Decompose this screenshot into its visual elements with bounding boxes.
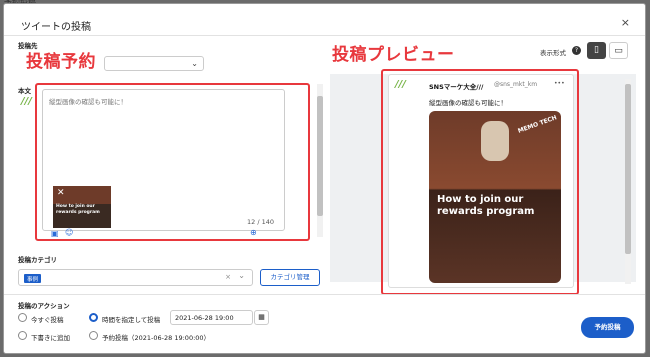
radio-scheduled-time-label: 時間を指定して投稿 xyxy=(102,316,161,324)
preview-text: 縦型画像の確認も可能に！ xyxy=(429,99,507,107)
close-icon[interactable]: × xyxy=(621,16,630,29)
radio-post-now-label: 今すぐ投稿 xyxy=(31,316,64,324)
modal-title: ツイートの投稿 xyxy=(21,22,91,33)
radio-add-draft-label: 下書きに追加 xyxy=(31,334,70,342)
schedule-post-button[interactable]: 予約投稿 xyxy=(581,317,634,338)
tweet-post-modal: ツイートの投稿 × 投稿先 投稿予約 ⌄ 本文 /// 縦型画像の確認も可能に！… xyxy=(3,3,646,354)
datetime-input[interactable]: 2021-06-28 19:00 xyxy=(170,310,253,325)
body-text: 縦型画像の確認も可能に！ xyxy=(49,98,127,106)
account-select[interactable]: ⌄ xyxy=(104,56,204,71)
radio-scheduled-time[interactable] xyxy=(89,313,98,322)
display-format-label: 表示形式 xyxy=(540,49,566,57)
radio-scheduled-post[interactable] xyxy=(89,331,98,340)
add-icon[interactable]: ⊕ xyxy=(250,228,257,237)
left-scrollbar[interactable] xyxy=(317,84,323,237)
char-counter: 12 / 140 xyxy=(247,218,274,226)
right-scrollbar-thumb[interactable] xyxy=(625,84,631,254)
category-tag[interactable]: 事例 xyxy=(24,274,42,283)
radio-post-now[interactable] xyxy=(18,313,27,322)
account-avatar: /// xyxy=(21,96,32,107)
clear-icon[interactable]: × xyxy=(225,273,231,281)
actions-label: 投稿のアクション xyxy=(18,302,70,310)
category-select[interactable]: 事例 × × ⌄ xyxy=(18,269,253,286)
chevron-down-icon: ⌄ xyxy=(191,59,198,68)
category-label: 投稿カテゴリ xyxy=(18,256,57,264)
desktop-view-button[interactable]: ▭ xyxy=(609,42,628,59)
annotation-schedule: 投稿予約 xyxy=(26,52,96,72)
preview-avatar: /// xyxy=(395,79,406,90)
tag-remove-icon[interactable]: × xyxy=(43,273,48,280)
category-manage-button[interactable]: カテゴリ管理 xyxy=(260,269,320,286)
preview-handle: @sns_mkt_km xyxy=(494,81,538,88)
more-icon[interactable]: ••• xyxy=(554,80,565,87)
right-scrollbar[interactable] xyxy=(625,79,631,284)
mobile-view-button[interactable]: ▯ xyxy=(587,42,606,59)
header-divider xyxy=(4,35,645,36)
radio-scheduled-post-label: 予約投稿（2021-06-28 19:00:00） xyxy=(102,334,211,342)
thumbnail-text: How to join our rewards program xyxy=(56,204,100,215)
help-icon[interactable]: ? xyxy=(572,46,581,55)
attached-image-thumbnail: ✕ How to join our rewards program xyxy=(53,186,111,228)
chevron-down-icon[interactable]: ⌄ xyxy=(238,271,245,280)
preview-person xyxy=(481,121,509,161)
remove-image-icon[interactable]: ✕ xyxy=(57,188,65,198)
left-scrollbar-thumb[interactable] xyxy=(317,96,323,216)
radio-add-draft[interactable] xyxy=(18,331,27,340)
image-icon[interactable]: ▣ xyxy=(51,229,59,238)
preview-image-headline: How to join our rewards program xyxy=(437,194,535,217)
footer-divider xyxy=(4,294,645,295)
body-textarea[interactable]: 縦型画像の確認も可能に！ ✕ How to join our rewards p… xyxy=(42,89,285,238)
body-label: 本文 xyxy=(18,87,31,95)
tweet-preview-card: /// SNSマーケ大全/// @sns_mkt_km ••• 縦型画像の確認も… xyxy=(388,74,574,288)
emoji-icon[interactable]: ☺ xyxy=(65,228,73,237)
preview-account-name: SNSマーケ大全/// xyxy=(429,83,484,91)
preview-image-badge: MEMO TECH xyxy=(517,114,558,135)
calendar-icon[interactable]: ▦ xyxy=(254,310,269,325)
preview-image: MEMO TECH How to join our rewards progra… xyxy=(429,111,561,283)
annotation-preview: 投稿プレビュー xyxy=(332,45,455,65)
